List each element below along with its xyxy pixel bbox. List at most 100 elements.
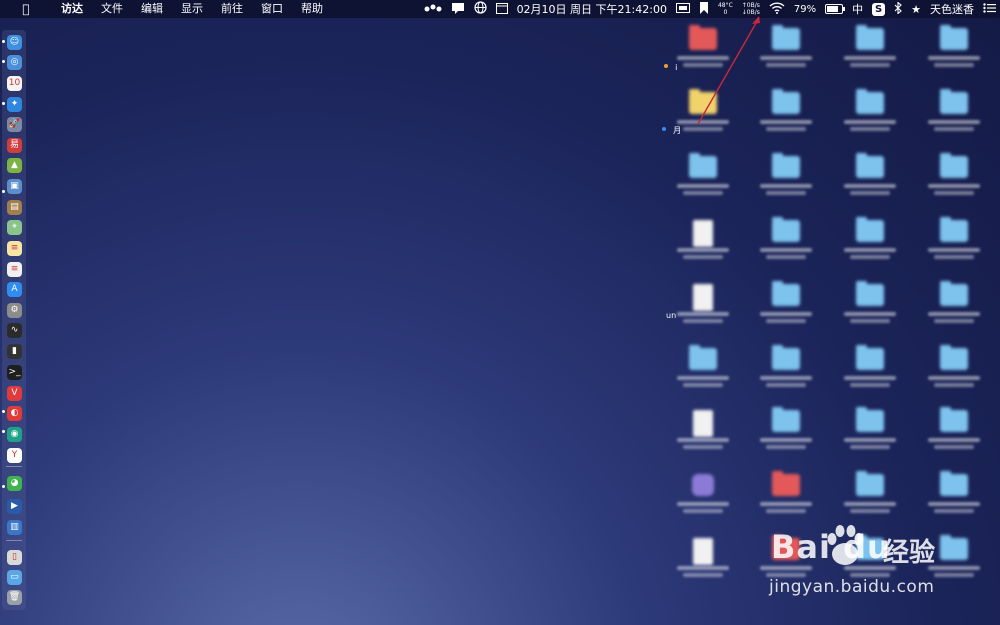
desktop-item-label-blurred xyxy=(665,566,741,577)
desktop-item[interactable] xyxy=(665,410,741,476)
menu-help[interactable]: 帮助 xyxy=(292,0,332,18)
desktop-item[interactable] xyxy=(916,407,992,476)
datetime[interactable]: 02月10日 周日 下午21:42:00 xyxy=(517,1,667,17)
dock-console-icon[interactable]: ▮ xyxy=(7,344,22,359)
desktop-item[interactable] xyxy=(832,217,908,286)
dock-notes-brown-icon[interactable]: ▤ xyxy=(7,200,22,215)
globe-icon[interactable] xyxy=(473,1,487,17)
desktop-item[interactable] xyxy=(665,474,741,540)
dock-teamviewer-icon[interactable]: ◉ xyxy=(7,427,22,442)
desktop-item[interactable] xyxy=(832,281,908,350)
desktop-item-label-blurred xyxy=(832,120,908,131)
dock-finder-icon[interactable]: ☺ xyxy=(7,35,22,50)
dock-system-prefs-icon[interactable]: ⚙ xyxy=(7,303,22,318)
desktop-item[interactable] xyxy=(916,217,992,286)
dock-app-store-icon[interactable]: A xyxy=(7,282,22,297)
dock-maps-icon[interactable]: ⌖ xyxy=(7,220,22,235)
desktop-item-label-blurred xyxy=(748,438,824,449)
desktop-item[interactable] xyxy=(916,25,992,94)
input-method[interactable]: 中 xyxy=(852,1,863,17)
desktop-item[interactable] xyxy=(916,281,992,350)
label-fragment-2: 月 xyxy=(662,118,681,137)
desktop-item[interactable] xyxy=(748,25,824,94)
folder-icon xyxy=(772,407,800,432)
menu-go[interactable]: 前往 xyxy=(212,0,252,18)
dock-yandex-icon[interactable]: Y xyxy=(7,448,22,463)
dock-quicktime-icon[interactable]: ▶ xyxy=(7,499,22,514)
dock-activity-monitor-icon[interactable]: ∿ xyxy=(7,323,22,338)
desktop-item-label-blurred xyxy=(832,376,908,387)
desktop-item[interactable] xyxy=(832,153,908,222)
dock-iphone-backup-icon[interactable]: ▯ xyxy=(7,550,22,565)
display-icon[interactable] xyxy=(675,2,690,16)
dots-menu-icon[interactable] xyxy=(424,3,442,16)
dock-preview-icon[interactable]: ▣ xyxy=(7,179,22,194)
dock-android-icon[interactable]: ▲ xyxy=(7,158,22,173)
desktop-item[interactable] xyxy=(665,284,741,350)
desktop-item[interactable] xyxy=(832,25,908,94)
desktop-item-label-blurred xyxy=(748,248,824,259)
desktop-item-label-blurred xyxy=(665,376,741,387)
desktop-item[interactable] xyxy=(832,89,908,158)
desktop-item[interactable] xyxy=(916,345,992,414)
dock-wechat-icon[interactable]: ◕ xyxy=(7,476,22,491)
battery-icon[interactable] xyxy=(825,4,846,14)
fragment-text: 月 xyxy=(673,126,682,135)
dock-launchpad-icon[interactable]: 🚀 xyxy=(7,117,22,132)
calendar-menu-icon[interactable] xyxy=(495,2,508,17)
dock-downloads-folder-icon[interactable]: ▭ xyxy=(7,570,22,585)
dock-netease-music-icon[interactable]: ◐ xyxy=(7,406,22,421)
desktop-item[interactable] xyxy=(748,345,824,414)
wifi-icon[interactable] xyxy=(769,1,785,17)
desktop-item[interactable] xyxy=(832,407,908,476)
notification-icon[interactable] xyxy=(451,2,465,17)
desktop-item-label-blurred xyxy=(832,312,908,323)
star-icon[interactable]: ★ xyxy=(911,3,921,16)
dock-netease-icon[interactable]: 易 xyxy=(7,138,22,153)
desktop-item[interactable] xyxy=(748,153,824,222)
dock-terminal-icon[interactable]: >_ xyxy=(7,365,22,380)
desktop-item[interactable] xyxy=(748,281,824,350)
bookmark-icon[interactable] xyxy=(699,1,709,17)
desktop-item[interactable] xyxy=(665,538,741,604)
desktop-item[interactable] xyxy=(665,153,741,222)
dock-safari-icon[interactable]: ✦ xyxy=(7,97,22,112)
folder-icon xyxy=(856,89,884,114)
desktop-item[interactable] xyxy=(665,345,741,414)
menu-edit[interactable]: 编辑 xyxy=(132,0,172,18)
dock-vivaldi-icon[interactable]: V xyxy=(7,386,22,401)
dock-calendar-icon[interactable]: 10 xyxy=(7,76,22,91)
menu-view[interactable]: 显示 xyxy=(172,0,212,18)
folder-icon xyxy=(940,153,968,178)
desktop-item[interactable] xyxy=(665,220,741,286)
dock-safari-alt-icon[interactable]: ◎ xyxy=(7,55,22,70)
folder-icon xyxy=(772,345,800,370)
desktop-item-label-blurred xyxy=(748,184,824,195)
menu-window[interactable]: 窗口 xyxy=(252,0,292,18)
desktop-item[interactable] xyxy=(748,217,824,286)
desktop-item[interactable] xyxy=(916,89,992,158)
dock-notes-icon[interactable]: ≡ xyxy=(7,241,22,256)
desktop-item[interactable] xyxy=(748,407,824,476)
apple-logo-icon[interactable]:  xyxy=(0,0,52,18)
dock-trash-icon[interactable]: 🗑 xyxy=(7,590,22,605)
desktop-item[interactable] xyxy=(832,345,908,414)
document-icon xyxy=(693,220,713,247)
battery-percent[interactable]: 79% xyxy=(794,4,816,15)
bluetooth-icon[interactable] xyxy=(894,0,902,17)
dock-textedit-icon[interactable]: ≡ xyxy=(7,262,22,277)
list-icon[interactable] xyxy=(983,2,996,16)
menu-app-name[interactable]: 访达 xyxy=(52,0,92,18)
dock-remote-desktop-icon[interactable]: ▥ xyxy=(7,520,22,535)
menu-file[interactable]: 文件 xyxy=(92,0,132,18)
network-speed-widget[interactable]: ↑0B/s ↓0B/s xyxy=(742,2,760,16)
user-name[interactable]: 天色迷香 xyxy=(930,1,974,17)
cpu-temp-widget[interactable]: 48°C 0 xyxy=(718,2,733,16)
desktop-item[interactable] xyxy=(916,153,992,222)
folder-icon xyxy=(772,471,800,496)
document-icon xyxy=(693,410,713,437)
desktop-item-label-blurred xyxy=(916,502,992,513)
document-icon xyxy=(693,538,713,565)
s-app-icon[interactable]: S xyxy=(872,2,886,16)
desktop-item[interactable] xyxy=(748,89,824,158)
